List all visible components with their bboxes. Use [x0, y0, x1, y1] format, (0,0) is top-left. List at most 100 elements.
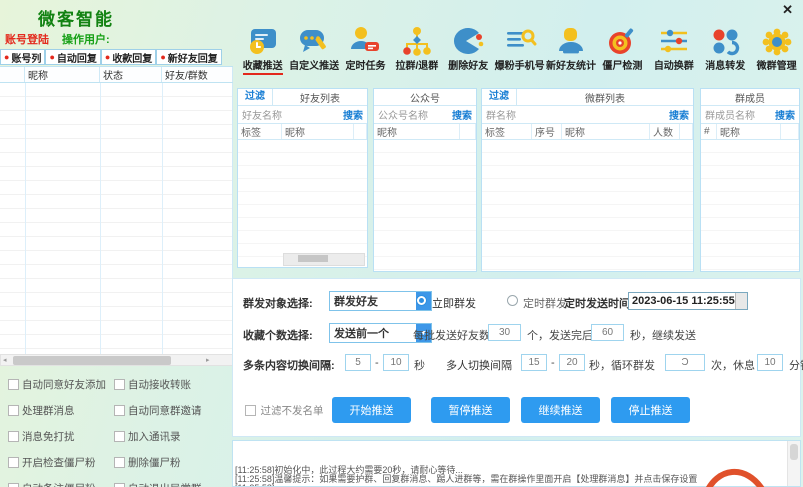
- friends-panel-title: 好友列表: [273, 90, 367, 105]
- toolbar-item-phone-fans[interactable]: 爆粉手机号: [494, 26, 545, 75]
- scrollbar-thumb[interactable]: [13, 356, 171, 365]
- groups-filter-link[interactable]: 过滤: [482, 89, 517, 105]
- scrollbar-thumb[interactable]: [298, 255, 328, 262]
- toolbar-item-delete-friend[interactable]: 删除好友: [443, 26, 494, 75]
- operator-label: 操作用户:: [62, 31, 110, 47]
- checkbox[interactable]: [114, 483, 125, 487]
- rest-seconds-input[interactable]: [591, 324, 624, 341]
- members-search-input[interactable]: 群成员名称: [705, 107, 775, 122]
- option-auto-accept-group-invite[interactable]: 自动同意群邀请: [114, 403, 232, 418]
- account-login-label[interactable]: 账号登陆: [5, 31, 49, 47]
- option-label: 自动退出异常群: [128, 481, 202, 487]
- checkbox[interactable]: [8, 379, 19, 390]
- loop-count-input[interactable]: [665, 354, 705, 371]
- toolbar-item-message-forward[interactable]: 消息转发: [700, 26, 751, 75]
- stop-push-button[interactable]: 停止推送: [611, 397, 690, 423]
- option-check-zombie-fans[interactable]: 开启检查僵尸粉: [8, 455, 114, 470]
- sleep-minutes-input[interactable]: [757, 354, 783, 371]
- tab-auto-reply[interactable]: ●自动回复: [45, 49, 100, 65]
- members-search-button[interactable]: 搜索: [775, 107, 795, 122]
- official-panel-header: 公众号: [374, 89, 476, 106]
- account-table-body[interactable]: [0, 83, 233, 354]
- datetime-picker-button[interactable]: [735, 293, 747, 309]
- option-handle-group-message[interactable]: 处理群消息: [8, 403, 114, 418]
- toolbar-label: 消息转发: [705, 57, 745, 73]
- groups-panel-title: 微群列表: [517, 90, 693, 105]
- content-interval-from-input[interactable]: [345, 354, 371, 371]
- option-auto-exit-abnormal-group[interactable]: 自动退出异常群: [114, 481, 232, 487]
- checkbox[interactable]: [8, 405, 19, 416]
- friends-filter-link[interactable]: 过滤: [238, 89, 273, 105]
- timed-send-datetime-input[interactable]: 2023-06-15 11:25:55: [628, 292, 748, 310]
- toolbar-label: 定时任务: [345, 57, 385, 73]
- tab-new-friend-reply[interactable]: ●新好友回复: [156, 49, 221, 65]
- scrollbar-thumb[interactable]: [790, 444, 798, 460]
- radio-send-timed[interactable]: [507, 295, 518, 306]
- checkbox[interactable]: [8, 483, 19, 487]
- column-divider: [100, 83, 101, 354]
- option-label: 消息免打扰: [22, 429, 75, 444]
- checkbox[interactable]: [114, 379, 125, 390]
- friends-search-input[interactable]: 好友名称: [242, 107, 343, 122]
- close-icon[interactable]: ✕: [782, 2, 793, 18]
- toolbar-item-zombie-check[interactable]: 僵尸检测: [597, 26, 648, 75]
- official-list-body[interactable]: [374, 140, 476, 271]
- filter-blacklist-checkbox[interactable]: [245, 405, 256, 416]
- toolbar-item-timed-task[interactable]: 定时任务: [340, 26, 391, 75]
- start-push-button[interactable]: 开始推送: [332, 397, 411, 423]
- official-search-row: 公众号名称 搜索: [374, 106, 476, 124]
- filter-blacklist-option[interactable]: 过滤不发名单: [245, 401, 323, 419]
- col-index: 序号: [532, 124, 562, 139]
- option-remark-zombie-fans[interactable]: 自动备注僵尸粉: [8, 481, 114, 487]
- auto-switch-group-icon: [657, 26, 691, 56]
- toolbar-item-custom-push[interactable]: 自定义推送: [288, 26, 339, 75]
- col-tag: 标签: [238, 124, 282, 139]
- groups-list-body[interactable]: [482, 140, 693, 271]
- official-search-button[interactable]: 搜索: [452, 107, 472, 122]
- account-table-hscrollbar[interactable]: ◂ ▸: [0, 354, 233, 366]
- checkbox[interactable]: [8, 457, 19, 468]
- person-interval-from-input[interactable]: [521, 354, 547, 371]
- members-columns: # 昵称: [701, 124, 799, 140]
- option-join-contacts[interactable]: 加入通讯录: [114, 429, 232, 444]
- scroll-right-icon[interactable]: ▸: [206, 355, 210, 366]
- toolbar-item-auto-switch-group[interactable]: 自动换群: [648, 26, 699, 75]
- batch-count-input[interactable]: [488, 324, 521, 341]
- groups-search-button[interactable]: 搜索: [669, 107, 689, 122]
- option-delete-zombie-fans[interactable]: 删除僵尸粉: [114, 455, 232, 470]
- resume-push-button[interactable]: 继续推送: [521, 397, 600, 423]
- content-interval-to-input[interactable]: [383, 354, 409, 371]
- option-mute-message[interactable]: 消息免打扰: [8, 429, 114, 444]
- person-interval-to-input[interactable]: [559, 354, 585, 371]
- tab-payment-reply[interactable]: ●收款回复: [101, 49, 156, 65]
- radio-send-timed-label[interactable]: 定时群发: [523, 295, 567, 311]
- toolbar-item-new-friend-stats[interactable]: 新好友统计: [545, 26, 596, 75]
- radio-send-now[interactable]: [416, 295, 427, 306]
- members-list-body[interactable]: [701, 140, 799, 271]
- friends-search-button[interactable]: 搜索: [343, 107, 363, 122]
- toolbar-item-favorite-push[interactable]: 收藏推送: [237, 26, 288, 75]
- radio-send-now-label[interactable]: 立即群发: [432, 295, 476, 311]
- friends-search-row: 好友名称 搜索: [238, 106, 367, 124]
- members-search-row: 群成员名称 搜索: [701, 106, 799, 124]
- option-auto-accept-friend[interactable]: 自动同意好友添加: [8, 377, 114, 392]
- log-line: [11:25:58]温馨提示：如果需要护群、回复群消息、踢人进群等，需在群操作里…: [235, 475, 697, 484]
- pause-push-button[interactable]: 暂停推送: [431, 397, 510, 423]
- friends-list-body[interactable]: [238, 140, 367, 267]
- checkbox[interactable]: [114, 431, 125, 442]
- custom-push-icon: [297, 26, 331, 56]
- scroll-left-icon[interactable]: ◂: [3, 355, 7, 366]
- toolbar-item-pull-group[interactable]: 拉群/退群: [391, 26, 442, 75]
- friends-hscrollbar[interactable]: [283, 253, 365, 266]
- checkbox[interactable]: [114, 405, 125, 416]
- official-search-input[interactable]: 公众号名称: [378, 107, 452, 122]
- col-blank: [781, 124, 799, 139]
- checkbox[interactable]: [114, 457, 125, 468]
- checkbox[interactable]: [8, 431, 19, 442]
- groups-search-input[interactable]: 群名称: [486, 107, 669, 122]
- person-interval-unit: 秒，循环群发: [589, 357, 655, 373]
- toolbar-item-group-manage[interactable]: 微群管理: [751, 26, 802, 75]
- col-index: #: [701, 124, 717, 139]
- option-auto-receive-transfer[interactable]: 自动接收转账: [114, 377, 232, 392]
- tab-account-list[interactable]: ●账号列: [0, 49, 45, 65]
